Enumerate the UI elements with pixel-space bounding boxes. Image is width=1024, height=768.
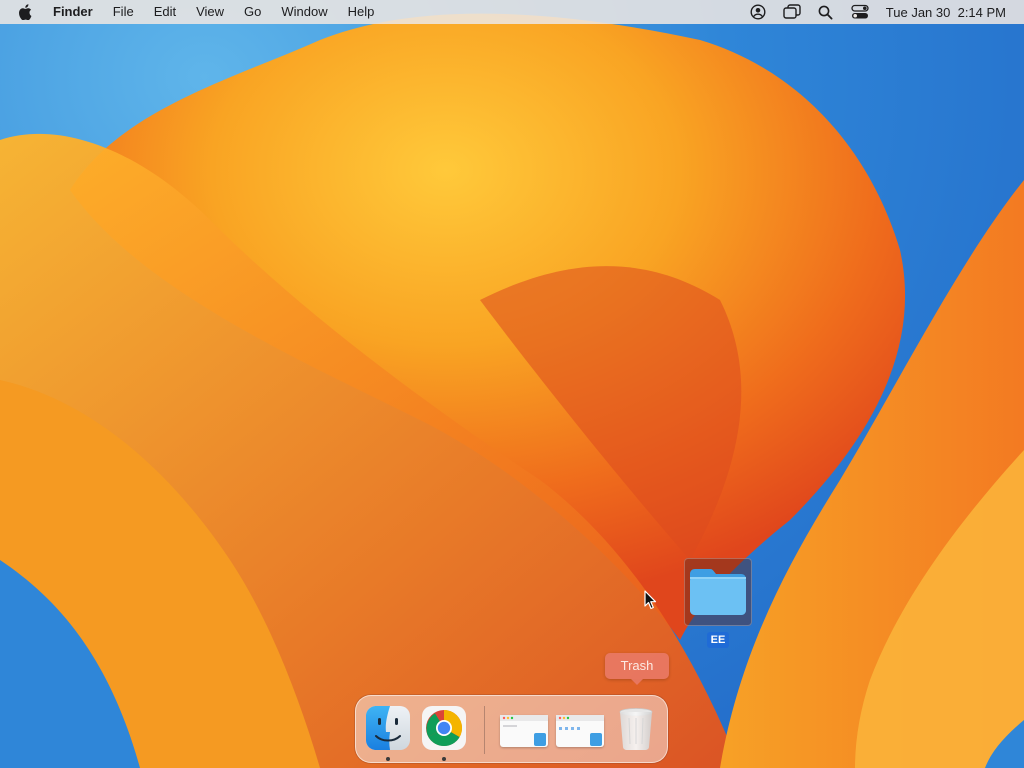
desktop-folder-ee[interactable]: EE [684,558,752,648]
menu-view[interactable]: View [186,0,234,24]
user-account-icon[interactable] [748,3,768,21]
dock [355,695,668,763]
trash-icon[interactable] [612,704,660,752]
finder-icon[interactable] [364,704,412,752]
screen-mirroring-icon[interactable] [782,3,802,21]
dock-tooltip-trash: Trash [605,653,669,685]
menu-bar: Finder File Edit View Go Window Help Tue… [0,0,1024,24]
menu-app-finder[interactable]: Finder [51,0,103,24]
mouse-pointer-icon [644,590,657,610]
finder-running-indicator [386,757,390,761]
menu-file[interactable]: File [103,0,144,24]
menu-window[interactable]: Window [271,0,337,24]
folder-label: EE [707,632,729,648]
folder-selection-highlight [684,558,752,626]
chrome-running-indicator [442,757,446,761]
finder-window-thumbnail-icon[interactable] [556,715,604,747]
menu-go[interactable]: Go [234,0,271,24]
control-center-icon[interactable] [850,3,870,21]
wallpaper-art [0,13,1024,768]
menubar-clock[interactable]: Tue Jan 30 2:14 PM [886,5,1006,20]
apple-logo-icon[interactable] [18,3,34,21]
menu-edit[interactable]: Edit [144,0,186,24]
finder-window-thumbnail-icon[interactable] [500,715,548,747]
desktop-wallpaper [0,0,1024,768]
dock-separator [484,706,485,754]
folder-icon [690,569,746,615]
spotlight-search-icon[interactable] [816,3,836,21]
menu-help[interactable]: Help [338,0,385,24]
chrome-icon[interactable] [420,704,468,752]
